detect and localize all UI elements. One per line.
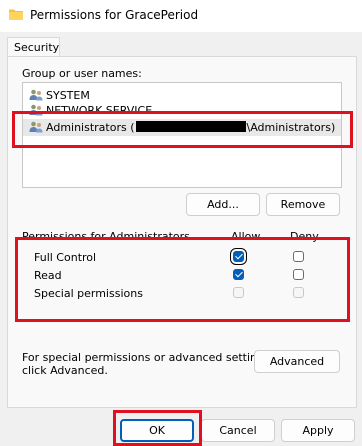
- users-icon: [29, 121, 43, 133]
- read-allow-checkbox[interactable]: [233, 269, 244, 280]
- list-item-administrators-label: Administrators (\Administrators): [46, 121, 336, 134]
- apply-button[interactable]: Apply: [281, 419, 355, 442]
- list-item-network-service-label: NETWORK SERVICE: [46, 104, 153, 117]
- perm-full-control-label: Full Control: [34, 251, 97, 264]
- cancel-button[interactable]: Cancel: [201, 419, 275, 442]
- redaction-bar: [135, 121, 246, 132]
- permissions-header: Permissions for Administrators: [22, 230, 190, 243]
- group-user-listbox[interactable]: SYSTEM NETWORK SERVICE Administrators (\…: [22, 82, 342, 188]
- advanced-note-line1: For special permissions or advanced sett…: [22, 351, 274, 364]
- advanced-note-line2: click Advanced.: [22, 364, 108, 377]
- folder-icon: [9, 9, 23, 20]
- read-deny-checkbox[interactable]: [293, 269, 304, 280]
- window-title: Permissions for GracePeriod: [30, 8, 199, 22]
- perm-special-label: Special permissions: [34, 287, 143, 300]
- list-item-network-service[interactable]: NETWORK SERVICE: [23, 102, 341, 119]
- add-button[interactable]: Add...: [186, 193, 260, 216]
- deny-column-label: Deny: [290, 230, 319, 243]
- ok-button[interactable]: OK: [120, 419, 194, 442]
- list-item-system-label: SYSTEM: [46, 89, 90, 102]
- users-icon: [29, 104, 43, 116]
- perm-read-label: Read: [34, 269, 62, 282]
- tab-security-label: Security: [14, 41, 60, 54]
- title-bar[interactable]: Permissions for GracePeriod: [0, 0, 362, 32]
- allow-column-label: Allow: [231, 230, 261, 243]
- tab-security[interactable]: Security: [7, 37, 60, 58]
- advanced-button[interactable]: Advanced: [254, 350, 340, 373]
- special-deny-checkbox: [293, 287, 304, 298]
- users-icon: [29, 89, 43, 101]
- full-control-deny-checkbox[interactable]: [293, 251, 304, 262]
- full-control-allow-checkbox[interactable]: [230, 248, 247, 265]
- remove-button[interactable]: Remove: [266, 193, 340, 216]
- group-names-label: Group or user names:: [22, 67, 142, 80]
- list-item-administrators[interactable]: Administrators (\Administrators): [23, 119, 341, 136]
- special-allow-checkbox: [233, 287, 244, 298]
